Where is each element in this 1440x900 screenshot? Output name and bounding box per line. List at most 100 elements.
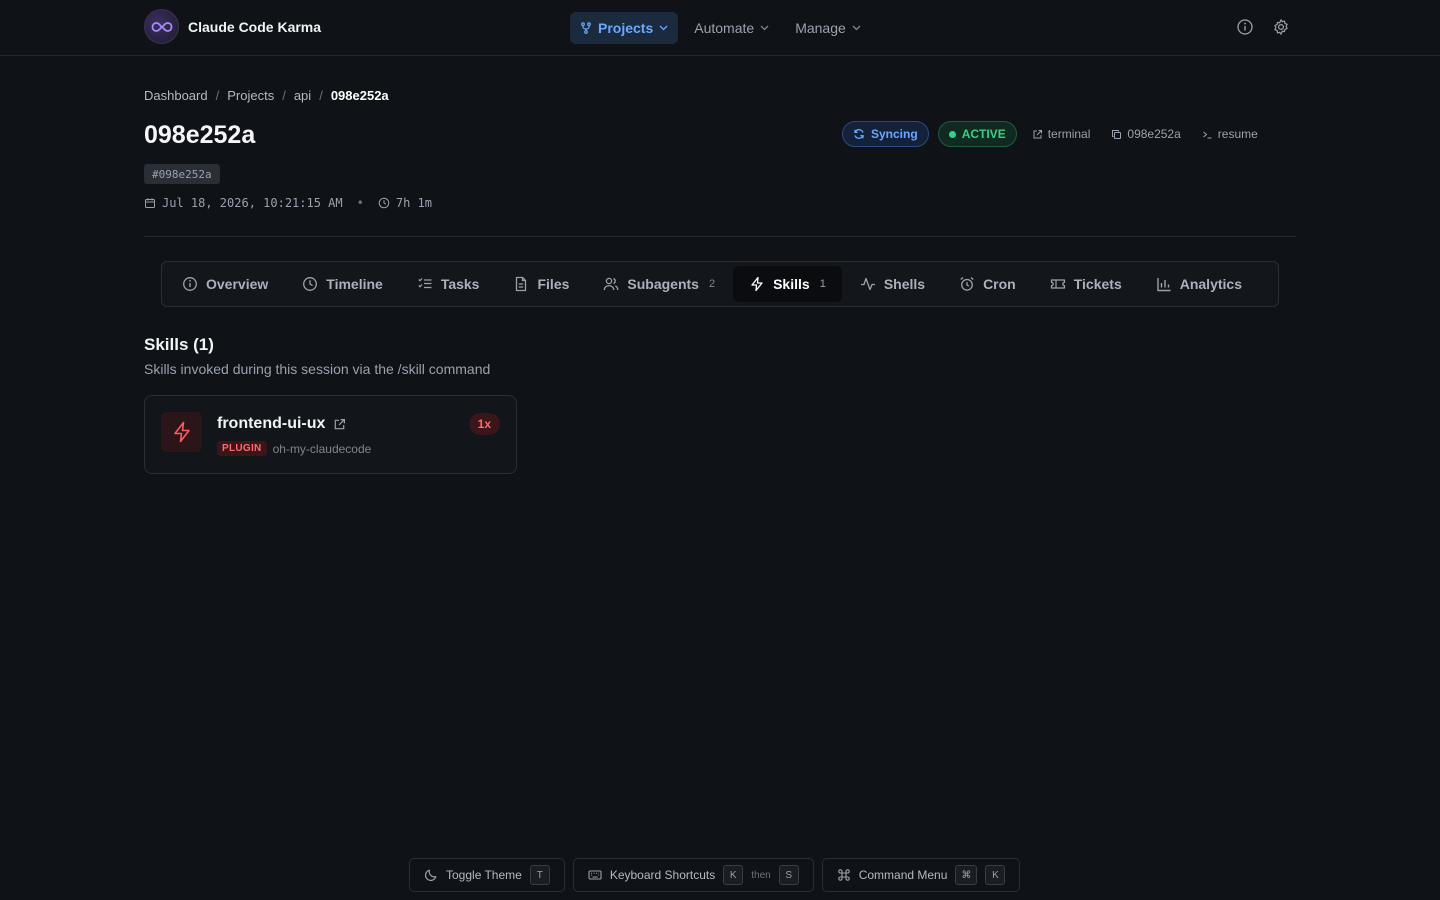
- nav-manage-label: Manage: [795, 20, 846, 36]
- command-icon: [837, 868, 851, 882]
- breadcrumb-dashboard[interactable]: Dashboard: [144, 88, 208, 103]
- skill-source: oh-my-claudecode: [272, 441, 372, 456]
- tab-tickets-label: Tickets: [1073, 276, 1122, 292]
- external-link-icon: [1032, 129, 1043, 140]
- info-circle-icon: [182, 276, 198, 292]
- session-hash-chip: #098e252a: [144, 164, 220, 184]
- skill-name-row: frontend-ui-ux: [217, 415, 346, 433]
- header-actions: Syncing ACTIVE terminal 098e252a resume: [842, 121, 1264, 147]
- alarm-icon: [959, 276, 975, 292]
- status-dot-icon: [948, 130, 956, 138]
- tab-skills-count: 1: [819, 278, 826, 290]
- tab-overview[interactable]: Overview: [166, 266, 284, 302]
- git-fork-icon: [580, 22, 592, 34]
- external-link-icon[interactable]: [333, 418, 346, 431]
- top-nav-bar: Claude Code Karma Projects Automate Mana…: [0, 0, 1440, 56]
- header-divider: [144, 236, 1296, 237]
- tab-subagents[interactable]: Subagents 2: [587, 266, 731, 302]
- copy-icon: [1111, 129, 1122, 140]
- kbd-key: S: [778, 865, 799, 885]
- top-icons: [1236, 18, 1290, 36]
- session-meta: Jul 18, 2026, 10:21:15 AM • 7h 1m: [144, 196, 432, 210]
- command-menu-button[interactable]: Command Menu ⌘ K: [821, 858, 1021, 892]
- users-icon: [603, 276, 619, 292]
- status-badge: ACTIVE: [937, 121, 1017, 147]
- tab-analytics[interactable]: Analytics: [1140, 266, 1258, 302]
- tab-cron[interactable]: Cron: [943, 266, 1032, 302]
- syncing-label: Syncing: [871, 127, 918, 141]
- skills-section-subtitle: Skills invoked during this session via t…: [144, 361, 491, 377]
- open-terminal-button[interactable]: terminal: [1026, 127, 1097, 141]
- nav-automate[interactable]: Automate: [684, 12, 779, 44]
- skill-usage-count: 1x: [468, 413, 500, 435]
- terminal-prompt-icon: [1202, 129, 1213, 140]
- session-date: Jul 18, 2026, 10:21:15 AM: [162, 196, 343, 210]
- clock-icon: [302, 276, 318, 292]
- tab-tickets[interactable]: Tickets: [1034, 266, 1138, 302]
- activity-icon: [860, 276, 876, 292]
- chevron-down-icon: [659, 25, 668, 31]
- breadcrumb-separator: /: [319, 88, 323, 103]
- tab-subagents-count: 2: [708, 278, 716, 290]
- nav-manage[interactable]: Manage: [785, 12, 871, 44]
- info-icon[interactable]: [1236, 18, 1254, 36]
- kbd-key: K: [723, 865, 744, 885]
- session-duration: 7h 1m: [395, 196, 432, 210]
- kbd-key: K: [985, 865, 1006, 885]
- file-icon: [513, 276, 529, 292]
- breadcrumb-separator: /: [215, 88, 220, 103]
- command-menu-label: Command Menu: [858, 868, 948, 882]
- keyboard-shortcuts-label: Keyboard Shortcuts: [609, 868, 716, 882]
- resume-button[interactable]: resume: [1196, 127, 1264, 141]
- tab-files-label: Files: [537, 276, 570, 292]
- brand[interactable]: Claude Code Karma: [144, 9, 321, 44]
- page-title: 098e252a: [144, 121, 256, 149]
- tab-timeline-label: Timeline: [326, 276, 383, 292]
- skill-name: frontend-ui-ux: [217, 415, 326, 432]
- lightning-icon: [749, 276, 765, 292]
- brand-logo-icon: [144, 9, 179, 44]
- gear-icon[interactable]: [1272, 18, 1290, 36]
- kbd-key: ⌘: [955, 865, 978, 885]
- ticket-icon: [1050, 276, 1066, 292]
- tab-tasks-label: Tasks: [440, 276, 480, 292]
- tab-skills-label: Skills: [773, 276, 810, 292]
- toggle-theme-button[interactable]: Toggle Theme T: [409, 858, 565, 892]
- keyboard-shortcuts-button[interactable]: Keyboard Shortcuts K then S: [572, 858, 814, 892]
- breadcrumb-current: 098e252a: [330, 88, 389, 103]
- syncing-badge: Syncing: [842, 121, 929, 147]
- refresh-icon: [853, 128, 865, 140]
- main-nav: Projects Automate Manage: [570, 12, 871, 44]
- session-tabs: Overview Timeline Tasks Files Subagents …: [161, 261, 1279, 307]
- copy-session-id-button[interactable]: 098e252a: [1105, 127, 1186, 141]
- tab-shells-label: Shells: [883, 276, 926, 292]
- tab-analytics-label: Analytics: [1179, 276, 1242, 292]
- chevron-down-icon: [852, 25, 861, 31]
- lightning-icon: [161, 412, 202, 452]
- nav-projects[interactable]: Projects: [570, 12, 679, 44]
- resume-label: resume: [1217, 127, 1258, 141]
- keyboard-icon: [588, 868, 602, 882]
- breadcrumb-api[interactable]: api: [294, 88, 311, 103]
- status-label: ACTIVE: [961, 127, 1006, 141]
- tab-timeline[interactable]: Timeline: [286, 266, 399, 302]
- tab-skills[interactable]: Skills 1: [733, 266, 842, 302]
- tab-files[interactable]: Files: [497, 266, 585, 302]
- breadcrumb-separator: /: [282, 88, 286, 103]
- tab-overview-label: Overview: [206, 276, 269, 292]
- footer-shortcuts: Toggle Theme T Keyboard Shortcuts K then…: [409, 858, 1021, 892]
- moon-icon: [424, 868, 438, 882]
- nav-automate-label: Automate: [694, 20, 755, 36]
- tab-tasks[interactable]: Tasks: [401, 266, 496, 302]
- skill-card[interactable]: frontend-ui-ux PLUGIN oh-my-claudecode 1…: [144, 395, 517, 474]
- terminal-label: terminal: [1047, 127, 1091, 141]
- tab-subagents-label: Subagents: [627, 276, 699, 292]
- tab-shells[interactable]: Shells: [844, 266, 941, 302]
- breadcrumb-projects[interactable]: Projects: [227, 88, 274, 103]
- meta-separator-dot: •: [356, 196, 364, 210]
- clock-icon: [378, 197, 390, 209]
- bar-chart-icon: [1156, 276, 1172, 292]
- nav-projects-label: Projects: [598, 20, 654, 36]
- skills-section-title: Skills (1): [144, 335, 214, 354]
- kbd-key: T: [529, 865, 550, 885]
